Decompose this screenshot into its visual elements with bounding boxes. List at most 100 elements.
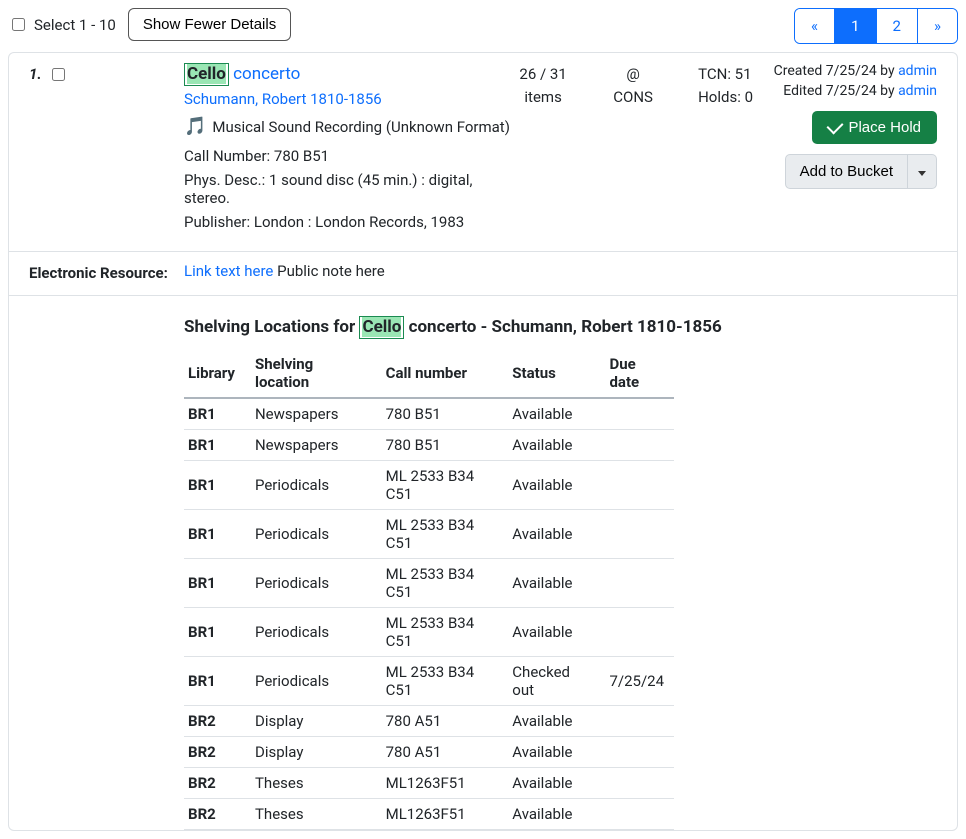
cell-lib: BR2 — [184, 799, 245, 830]
cell-lib: BR2 — [184, 737, 245, 768]
loc-stat: @ CONS — [608, 63, 658, 237]
author-link[interactable]: Schumann, Robert 1810-1856 — [184, 90, 382, 108]
bucket-dropdown-toggle[interactable] — [908, 154, 937, 189]
cell-status: Available — [502, 608, 599, 657]
electronic-resource-row: Electronic Resource: Link text here Publ… — [9, 251, 957, 296]
show-fewer-button[interactable]: Show Fewer Details — [128, 8, 291, 41]
table-row: BR1Newspapers780 B51Available — [184, 430, 674, 461]
cell-loc: Theses — [245, 768, 376, 799]
cell-status: Available — [502, 559, 599, 608]
call-number-value: 780 B51 — [274, 147, 329, 165]
format-text: Musical Sound Recording (Unknown Format) — [212, 118, 510, 136]
cell-loc: Newspapers — [245, 430, 376, 461]
cell-due — [599, 430, 674, 461]
shelving-title-hl: Cello — [362, 317, 401, 337]
music-note-icon: 🎵 — [184, 116, 206, 137]
top-bar: Select 1 - 10 Show Fewer Details « 1 2 » — [8, 8, 958, 44]
cell-loc: Periodicals — [245, 461, 376, 510]
col-call-number: Call number — [376, 349, 503, 398]
tcn-holds-stat: TCN: 51 Holds: 0 — [698, 63, 753, 237]
page-next[interactable]: » — [918, 9, 957, 43]
page-2[interactable]: 2 — [877, 9, 918, 43]
table-row: BR2ThesesML1263F51Available — [184, 768, 674, 799]
cell-lib: BR1 — [184, 510, 245, 559]
title-rest: concerto — [233, 64, 300, 84]
cell-loc: Periodicals — [245, 559, 376, 608]
created-by-link[interactable]: admin — [898, 63, 937, 79]
items-count: 26 / 31 — [518, 63, 568, 86]
result-number: 1. — [29, 63, 184, 237]
pub-label: Publisher: — [184, 213, 250, 231]
cell-cn: 780 A51 — [376, 737, 503, 768]
table-row: BR2ThesesML1263F51Available — [184, 799, 674, 830]
result-card: 1. Cello concerto Schumann, Robert 1810-… — [8, 52, 958, 831]
check-icon — [827, 117, 844, 134]
cell-loc: Periodicals — [245, 657, 376, 706]
cell-due — [599, 461, 674, 510]
cell-due — [599, 510, 674, 559]
actions-column: Created 7/25/24 by admin Edited 7/25/24 … — [767, 63, 937, 237]
edited-prefix: Edited 7/25/24 by — [783, 83, 894, 99]
cell-loc: Periodicals — [245, 510, 376, 559]
eresource-link[interactable]: Link text here — [184, 262, 273, 280]
page-1[interactable]: 1 — [835, 9, 876, 43]
cell-status: Available — [502, 461, 599, 510]
select-all-text: Select 1 - 10 — [34, 16, 116, 34]
table-row: BR1Newspapers780 B51Available — [184, 398, 674, 430]
eresource-note: Public note here — [277, 262, 385, 280]
phys-desc-line: Phys. Desc.: 1 sound disc (45 min.) : di… — [184, 171, 518, 207]
cell-due — [599, 737, 674, 768]
created-prefix: Created 7/25/24 by — [774, 63, 895, 79]
items-label: items — [518, 86, 568, 109]
cell-status: Checked out — [502, 657, 599, 706]
cell-loc: Newspapers — [245, 398, 376, 430]
place-hold-label: Place Hold — [848, 119, 921, 136]
cell-status: Available — [502, 768, 599, 799]
cell-loc: Display — [245, 706, 376, 737]
title-highlight: Cello — [187, 64, 226, 84]
col-library: Library — [184, 349, 245, 398]
place-hold-button[interactable]: Place Hold — [812, 111, 937, 144]
select-all-label[interactable]: Select 1 - 10 — [8, 15, 116, 34]
phys-label: Phys. Desc.: — [184, 171, 265, 189]
cell-cn: ML1263F51 — [376, 799, 503, 830]
page-prev[interactable]: « — [795, 9, 835, 43]
call-number-label: Call Number: — [184, 147, 270, 165]
shelving-table: Library Shelving location Call number St… — [184, 349, 674, 830]
cell-due — [599, 799, 674, 830]
add-to-bucket-button[interactable]: Add to Bucket — [785, 154, 908, 189]
result-title[interactable]: Cello concerto — [184, 63, 518, 86]
cell-lib: BR1 — [184, 608, 245, 657]
edited-by-link[interactable]: admin — [898, 83, 937, 99]
bucket-button-group: Add to Bucket — [785, 154, 937, 189]
select-group: Select 1 - 10 Show Fewer Details — [8, 8, 291, 41]
table-row: BR2Display780 A51Available — [184, 706, 674, 737]
result-checkbox[interactable] — [52, 68, 65, 81]
cell-lib: BR1 — [184, 430, 245, 461]
shelving-title-suffix: concerto - Schumann, Robert 1810-1856 — [404, 317, 721, 337]
created-line: Created 7/25/24 by admin — [767, 63, 937, 79]
cell-cn: 780 A51 — [376, 706, 503, 737]
col-shelving-location: Shelving location — [245, 349, 376, 398]
cell-lib: BR1 — [184, 398, 245, 430]
cell-lib: BR1 — [184, 461, 245, 510]
cell-cn: ML 2533 B34 C51 — [376, 559, 503, 608]
pub-value: London : London Records, 1983 — [254, 213, 464, 231]
stats-block: 26 / 31 items @ CONS TCN: 51 Holds: 0 — [518, 63, 767, 237]
cell-cn: ML 2533 B34 C51 — [376, 461, 503, 510]
cell-status: Available — [502, 799, 599, 830]
table-row: BR1PeriodicalsML 2533 B34 C51Available — [184, 608, 674, 657]
cell-lib: BR1 — [184, 559, 245, 608]
table-row: BR1PeriodicalsML 2533 B34 C51Available — [184, 559, 674, 608]
cell-cn: 780 B51 — [376, 398, 503, 430]
cell-cn: 780 B51 — [376, 430, 503, 461]
eresource-content: Link text here Public note here — [184, 262, 385, 285]
select-all-checkbox[interactable] — [12, 18, 25, 31]
cell-cn: ML 2533 B34 C51 — [376, 657, 503, 706]
col-due-date: Due date — [599, 349, 674, 398]
result-main: Cello concerto Schumann, Robert 1810-185… — [184, 63, 518, 237]
cell-loc: Periodicals — [245, 608, 376, 657]
format-line: 🎵 Musical Sound Recording (Unknown Forma… — [184, 116, 518, 137]
cell-lib: BR1 — [184, 657, 245, 706]
cell-loc: Display — [245, 737, 376, 768]
